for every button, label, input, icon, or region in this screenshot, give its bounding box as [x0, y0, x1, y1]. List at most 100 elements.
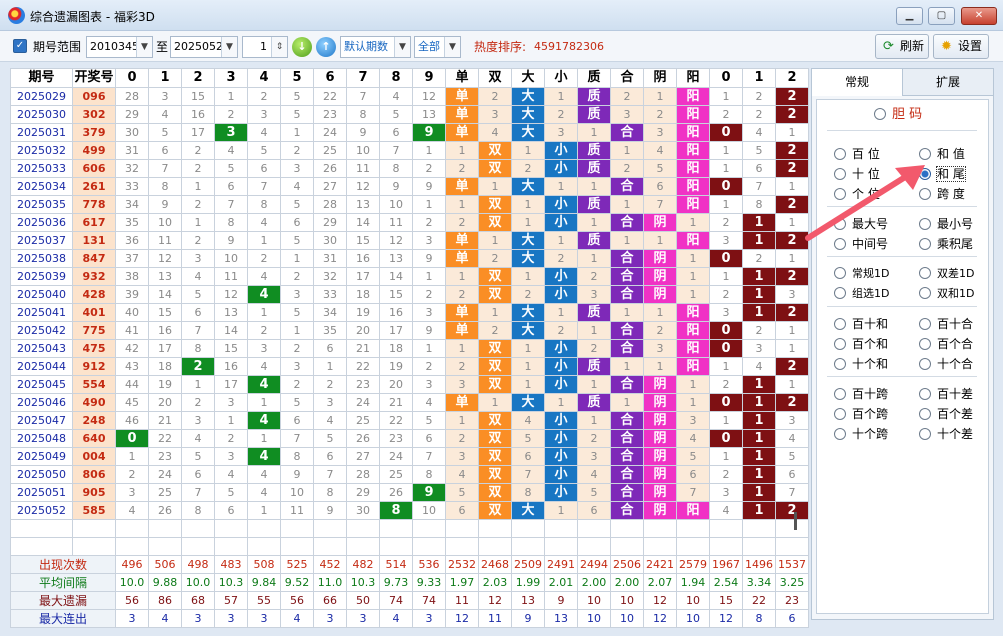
table-row[interactable]: 2025031 379 30 5 17 3 4 1 24 9 6 9 单 4 大 3 1 合 3 阳 0 4 1 [10, 123, 809, 142]
scrollbar-thumb[interactable] [794, 512, 797, 530]
column-header[interactable]: 单 [445, 68, 479, 88]
table-row[interactable]: 2025041 401 40 15 6 13 1 5 34 19 16 3 单 1 大 1 质 1 1 阳 3 1 2 [10, 303, 809, 322]
radio-icon[interactable] [919, 168, 931, 180]
radio-icon[interactable] [919, 408, 931, 420]
radio-icon[interactable] [919, 358, 931, 370]
arrow-down-button[interactable]: ↓ [292, 37, 312, 57]
radio-icon[interactable] [919, 428, 931, 440]
column-header[interactable]: 双 [478, 68, 512, 88]
column-header[interactable]: 1 [148, 68, 182, 88]
radio-icon[interactable] [919, 388, 931, 400]
option-item[interactable]: 百十跨 [834, 386, 888, 402]
option-item[interactable]: 最小号 [919, 216, 973, 232]
chevron-down-icon[interactable]: ▼ [444, 37, 460, 57]
refresh-button[interactable]: ⟳ 刷新 [875, 34, 929, 59]
table-row[interactable]: 2025037 131 36 11 2 9 1 5 30 15 12 3 单 1 大 1 质 1 1 阳 3 1 2 [10, 231, 809, 250]
radio-icon[interactable] [919, 148, 931, 160]
chevron-down-icon[interactable]: ▼ [221, 37, 237, 57]
column-header[interactable]: 4 [247, 68, 281, 88]
column-header[interactable]: 8 [379, 68, 413, 88]
settings-button[interactable]: ✹ 设置 [933, 34, 989, 59]
table-row[interactable]: 2025035 778 34 9 2 7 8 5 28 13 10 1 1 双 1 小质 1 7 阳 1 8 2 [10, 195, 809, 214]
column-header[interactable]: 0 [709, 68, 743, 88]
option-item[interactable]: 十个合 [919, 356, 973, 372]
table-row[interactable]: 2025049 004 1 23 5 3 4 8 6 27 24 7 3 双 6 小 3 合阴 5 1 1 5 [10, 447, 809, 466]
option-item[interactable]: 跨 度 [919, 186, 965, 202]
option-item[interactable]: 百个差 [919, 406, 973, 422]
option-item[interactable]: 双差1D [919, 266, 974, 282]
table-row[interactable]: 2025048 640 0 22 4 2 1 7 5 26 23 6 2 双 5 小 2 合阴 4 0 1 4 [10, 429, 809, 448]
table-row[interactable]: 2025038 847 37 12 3 10 2 1 31 16 13 9 单 2 大 2 1 合阴 1 0 2 1 [10, 249, 809, 268]
column-header[interactable]: 7 [346, 68, 380, 88]
table-row[interactable]: 2025052 585 4 26 8 6 1 11 9 30 8 10 6 双大 1 6 合阴阳 4 1 2 [10, 501, 809, 520]
column-header[interactable]: 阳 [676, 68, 710, 88]
option-dan-ma[interactable]: 胆 码 [874, 107, 922, 123]
option-item[interactable]: 百个跨 [834, 406, 888, 422]
column-header[interactable]: 大 [511, 68, 545, 88]
option-item[interactable]: 乘积尾 [919, 236, 973, 252]
radio-icon[interactable] [919, 318, 931, 330]
radio-icon[interactable] [919, 188, 931, 200]
option-item[interactable]: 和 尾 [919, 166, 966, 182]
chevron-down-icon[interactable]: ▼ [136, 37, 152, 57]
table-row[interactable]: 2025039 932 38 13 4 11 4 2 32 17 14 1 1 双 1 小 2 合阴 1 1 1 2 [10, 267, 809, 286]
table-row[interactable]: 2025046 490 45 20 2 3 1 5 3 24 21 4 单 1 大 1 质 1 阴 1 0 1 2 [10, 393, 809, 412]
minimize-button[interactable]: ▁ [896, 7, 923, 25]
close-button[interactable]: ✕ [961, 7, 997, 25]
radio-icon[interactable] [834, 188, 846, 200]
option-item[interactable]: 组选1D [834, 286, 889, 302]
radio-icon[interactable] [919, 287, 931, 299]
table-row[interactable]: 2025051 905 3 25 7 5 4 10 8 29 26 9 5 双 8 小 5 合阴 7 3 1 7 [10, 483, 809, 502]
option-item[interactable]: 十个差 [919, 426, 973, 442]
column-header[interactable]: 阴 [643, 68, 677, 88]
table-row[interactable]: 2025043 475 42 17 8 15 3 2 6 21 18 1 1 双 1 小 2 合 3 阳 0 3 1 [10, 339, 809, 358]
column-header[interactable]: 6 [313, 68, 347, 88]
option-item[interactable]: 个 位 [834, 186, 880, 202]
radio-icon[interactable] [919, 218, 931, 230]
option-item[interactable]: 百个和 [834, 336, 888, 352]
column-header[interactable]: 2 [775, 68, 809, 88]
filter-select[interactable]: 全部 ▼ [414, 36, 461, 58]
radio-icon[interactable] [834, 238, 846, 250]
option-item[interactable]: 百个合 [919, 336, 973, 352]
tab-normal[interactable]: 常规 [812, 69, 903, 96]
chevron-down-icon[interactable]: ▼ [394, 37, 410, 57]
column-header[interactable]: 0 [115, 68, 149, 88]
option-item[interactable]: 最大号 [834, 216, 888, 232]
radio-icon[interactable] [919, 267, 931, 279]
radio-icon[interactable] [834, 428, 846, 440]
option-item[interactable]: 百 位 [834, 146, 880, 162]
column-header[interactable]: 质 [577, 68, 611, 88]
table-row[interactable]: 2025040 428 39 14 5 12 4 3 33 18 15 2 2 双 2 小 3 合阴 1 2 1 3 [10, 285, 809, 304]
radio-icon[interactable] [919, 238, 931, 250]
column-header[interactable]: 1 [742, 68, 776, 88]
spinner-icon[interactable]: ⇕ [271, 37, 287, 57]
table-row[interactable]: 2025036 617 35 10 1 8 4 6 29 14 11 2 2 双 1 小 1 合阴 1 2 1 1 [10, 213, 809, 232]
table-row[interactable]: 2025042 775 41 16 7 14 2 1 35 20 17 9 单 2 大 2 1 合 2 阳 0 2 1 [10, 321, 809, 340]
range-checkbox[interactable]: ✓ [13, 39, 27, 53]
radio-icon[interactable] [919, 338, 931, 350]
radio-icon[interactable] [834, 318, 846, 330]
table-row[interactable]: 2025029 096 28 3 15 1 2 5 22 7 4 12 单 2 大 1 质 2 1 阳 1 2 2 [10, 87, 809, 106]
table-row[interactable]: 2025050 806 2 24 6 4 4 9 7 28 25 8 4 双 7 小 4 合阴 6 2 1 6 [10, 465, 809, 484]
table-row[interactable]: 2025032 499 31 6 2 4 5 2 25 10 7 1 1 双 1 小质 1 4 阳 1 5 2 [10, 141, 809, 160]
table-row[interactable]: 2025045 554 44 19 1 17 4 2 2 23 20 3 3 双 1 小 1 合阴 1 2 1 1 [10, 375, 809, 394]
radio-icon[interactable] [874, 108, 886, 120]
radio-icon[interactable] [834, 267, 846, 279]
column-header[interactable]: 期号 [10, 68, 73, 88]
table-row[interactable]: 2025030 302 29 4 16 2 3 5 23 8 5 13 单 3 大 2 质 3 2 阳 2 2 2 [10, 105, 809, 124]
option-item[interactable]: 十个和 [834, 356, 888, 372]
column-header[interactable]: 小 [544, 68, 578, 88]
step-input[interactable]: 1 ⇕ [242, 36, 288, 58]
table-row[interactable]: 2025047 248 46 21 3 1 4 6 4 25 22 5 1 双 4 小 1 合阴 3 1 1 3 [10, 411, 809, 430]
radio-icon[interactable] [834, 358, 846, 370]
radio-icon[interactable] [834, 148, 846, 160]
option-item[interactable]: 中间号 [834, 236, 888, 252]
option-item[interactable]: 常规1D [834, 266, 889, 282]
option-item[interactable]: 百十合 [919, 316, 973, 332]
column-header[interactable]: 5 [280, 68, 314, 88]
option-item[interactable]: 百十差 [919, 386, 973, 402]
radio-icon[interactable] [834, 338, 846, 350]
radio-icon[interactable] [834, 287, 846, 299]
tab-extend[interactable]: 扩展 [903, 69, 993, 96]
